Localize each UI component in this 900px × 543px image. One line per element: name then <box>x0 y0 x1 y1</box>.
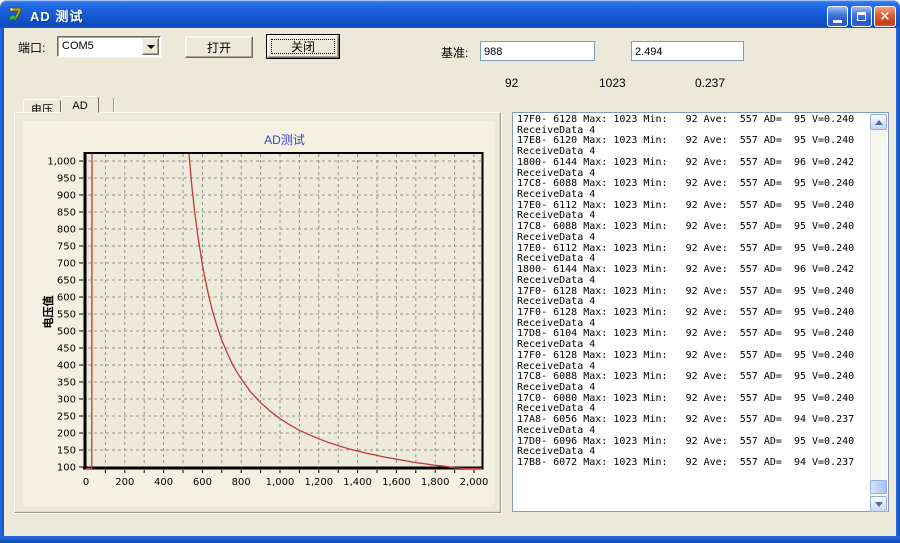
y-tick-label: 600 <box>57 293 76 304</box>
y-tick-label: 450 <box>57 344 76 355</box>
y-tick-label: 250 <box>57 412 76 423</box>
x-tick-label: 1,600 <box>382 477 411 488</box>
chevron-down-icon <box>875 502 883 507</box>
port-combobox[interactable]: COM5 <box>57 36 161 57</box>
log-line: 1800- 6144 Max: 1023 Min: 92 Ave: 557 AD… <box>517 158 869 169</box>
tab-page-ad: AD测试 电压值 02004006008001,0001,2001,4001,6… <box>14 112 501 513</box>
reference-label: 基准: <box>441 44 468 61</box>
y-tick-label: 900 <box>57 191 76 202</box>
close-port-button-default-border: 关闭 <box>266 34 340 59</box>
open-port-button[interactable]: 打开 <box>185 36 253 58</box>
log-scrollbar-track[interactable] <box>870 114 887 512</box>
x-tick-label: 1,400 <box>343 477 372 488</box>
ad-chart: AD测试 电压值 02004006008001,0001,2001,4001,6… <box>23 121 494 506</box>
minimize-icon <box>833 20 842 23</box>
window-title-bar: AD 测试 × <box>0 0 900 28</box>
y-tick-label: 150 <box>57 446 76 457</box>
focus-rectangle <box>271 39 335 54</box>
y-tick-label: 650 <box>57 276 76 287</box>
y-tick-label: 800 <box>57 225 76 236</box>
window-border-right <box>896 28 900 536</box>
log-line: 17B8- 6072 Max: 1023 Min: 92 Ave: 557 AD… <box>517 458 869 469</box>
log-line: ReceiveData 4 <box>517 426 869 437</box>
y-tick-label: 300 <box>57 395 76 406</box>
y-tick-label: 550 <box>57 310 76 321</box>
port-label: 端口: <box>18 39 45 56</box>
y-tick-label: 100 <box>57 463 76 474</box>
stat-min-value: 92 <box>505 76 518 90</box>
plot-area <box>86 153 483 467</box>
x-tick-label: 600 <box>193 477 212 488</box>
y-tick-label: 350 <box>57 378 76 389</box>
chevron-down-icon <box>147 45 155 49</box>
chevron-up-icon <box>875 120 883 125</box>
x-tick-label: 1,200 <box>304 477 333 488</box>
tab-ad[interactable]: AD <box>61 96 99 113</box>
scrollbar-up-button[interactable] <box>870 114 887 130</box>
y-tick-label: 400 <box>57 361 76 372</box>
reference-voltage-input[interactable] <box>631 41 744 61</box>
close-port-button[interactable]: 关闭 <box>267 35 339 58</box>
x-tick-label: 1,800 <box>421 477 450 488</box>
close-icon: × <box>880 10 891 23</box>
stat-max-value: 1023 <box>599 76 626 90</box>
maximize-icon <box>857 12 866 21</box>
reference-ad-input[interactable] <box>480 41 595 61</box>
y-tick-label: 700 <box>57 259 76 270</box>
port-combobox-value: COM5 <box>62 40 94 52</box>
tab-voltage[interactable]: 电压 <box>23 99 61 113</box>
window-border-bottom <box>0 536 900 543</box>
x-tick-label: 1,000 <box>266 477 295 488</box>
y-tick-label: 850 <box>57 208 76 219</box>
minimize-button[interactable] <box>827 6 848 27</box>
tab-strip-divider <box>113 98 114 112</box>
x-tick-label: 400 <box>154 477 173 488</box>
scrollbar-down-button[interactable] <box>870 496 887 512</box>
window-title: AD 测试 <box>30 6 83 25</box>
plot-svg: 0 200 400 600 800 1,000 1,200 1,400 1,600 1,800 2,… <box>23 121 494 506</box>
x-tick-label: 200 <box>115 477 134 488</box>
x-tick-label: 800 <box>232 477 251 488</box>
x-tick-label: 0 <box>83 477 89 488</box>
close-window-button[interactable]: × <box>874 6 896 27</box>
log-line: 17F0- 6128 Max: 1023 Min: 92 Ave: 557 AD… <box>517 351 869 362</box>
stat-voltage-value: 0.237 <box>695 76 725 90</box>
port-combobox-dropdown-button[interactable] <box>142 38 159 55</box>
log-listbox[interactable]: 17F0- 6128 Max: 1023 Min: 92 Ave: 557 AD… <box>512 112 889 512</box>
log-line: ReceiveData 4 <box>517 276 869 287</box>
y-tick-label: 500 <box>57 327 76 338</box>
y-tick-label: 750 <box>57 242 76 253</box>
y-tick-label: 200 <box>57 429 76 440</box>
y-tick-label: 1,000 <box>47 157 76 168</box>
maximize-button[interactable] <box>851 6 872 27</box>
x-tick-label: 2,000 <box>460 477 489 488</box>
log-lines: 17F0- 6128 Max: 1023 Min: 92 Ave: 557 AD… <box>517 115 869 469</box>
scrollbar-thumb[interactable] <box>870 480 887 494</box>
app-icon <box>8 6 24 22</box>
y-tick-label: 950 <box>57 174 76 185</box>
